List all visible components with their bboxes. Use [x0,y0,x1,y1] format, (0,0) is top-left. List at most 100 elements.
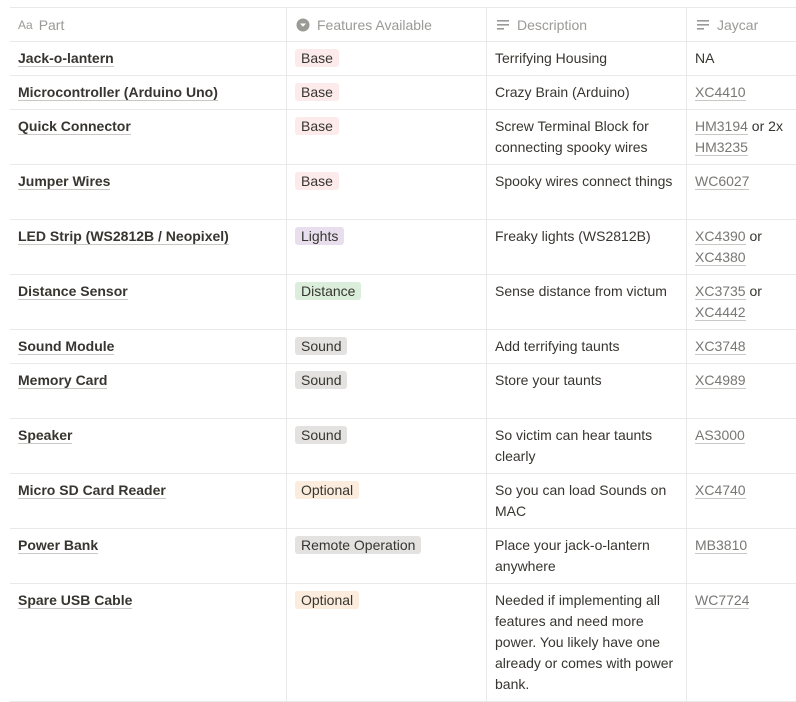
cell-part[interactable]: Memory Card [10,364,286,418]
column-header-features-label: Features Available [317,16,432,33]
part-name[interactable]: LED Strip (WS2812B / Neopixel) [18,228,229,245]
column-header-description[interactable]: Description [486,8,686,41]
jaycar-link[interactable]: WC7724 [695,592,750,609]
column-header-features[interactable]: Features Available [286,8,486,41]
feature-tag: Lights [295,227,345,245]
cell-description[interactable]: Crazy Brain (Arduino) [486,76,686,109]
cell-part[interactable]: Speaker [10,419,286,473]
jaycar-link[interactable]: XC4390 [695,228,746,245]
column-header-part[interactable]: Aa Part [10,8,286,41]
cell-description[interactable]: Freaky lights (WS2812B) [486,220,686,274]
cell-description[interactable]: Sense distance from victum [486,275,686,329]
jaycar-link[interactable]: XC4740 [695,482,746,499]
cell-description[interactable]: Store your taunts [486,364,686,418]
feature-tag: Base [295,117,339,135]
table-row[interactable]: Memory Card Sound Store your taunts XC4989 [10,364,796,419]
table-row[interactable]: Spare USB Cable Optional Needed if impleme… [10,584,796,702]
cell-description[interactable]: So victim can hear taunts clearly [486,419,686,473]
cell-features[interactable]: Optional [286,584,486,701]
cell-features[interactable]: Base [286,42,486,75]
table-row[interactable]: Microcontroller (Arduino Uno) Base Crazy B… [10,76,796,110]
cell-features[interactable]: Base [286,76,486,109]
cell-part[interactable]: Jumper Wires [10,165,286,219]
cell-jaycar[interactable]: NA [686,42,796,75]
cell-features[interactable]: Lights [286,220,486,274]
cell-features[interactable]: Sound [286,364,486,418]
feature-tag: Base [295,83,339,101]
cell-description[interactable]: So you can load Sounds on MAC [486,474,686,528]
jaycar-link[interactable]: XC4442 [695,304,746,321]
feature-tag: Base [295,172,339,190]
table-row[interactable]: Power Bank Remote Operation Place your jac… [10,529,796,584]
column-header-jaycar[interactable]: Jaycar [686,8,796,41]
jaycar-link[interactable]: XC4380 [695,249,746,266]
table-row[interactable]: Distance Sensor Distance Sense distance fr… [10,275,796,330]
part-name[interactable]: Sound Module [18,338,115,355]
feature-tag: Distance [295,282,362,300]
cell-features[interactable]: Distance [286,275,486,329]
cell-part[interactable]: Quick Connector [10,110,286,164]
cell-features[interactable]: Optional [286,474,486,528]
cell-part[interactable]: Power Bank [10,529,286,583]
cell-features[interactable]: Remote Operation [286,529,486,583]
cell-features[interactable]: Sound [286,330,486,363]
table-row[interactable]: Sound Module Sound Add terrifying taunts XC… [10,330,796,364]
cell-jaycar[interactable]: WC7724 [686,584,796,701]
cell-jaycar[interactable]: AS3000 [686,419,796,473]
part-name[interactable]: Spare USB Cable [18,592,133,609]
cell-part[interactable]: LED Strip (WS2812B / Neopixel) [10,220,286,274]
part-name[interactable]: Memory Card [18,372,108,389]
jaycar-link[interactable]: HM3235 [695,139,748,156]
table-row[interactable]: Jumper Wires Base Spooky wires connect thi… [10,165,796,220]
cell-description[interactable]: Add terrifying taunts [486,330,686,363]
cell-part[interactable]: Jack-o-lantern [10,42,286,75]
table-row[interactable]: Jack-o-lantern Base Terrifying Housing NA [10,42,796,76]
jaycar-link[interactable]: XC3735 [695,283,746,300]
part-name[interactable]: Distance Sensor [18,283,128,300]
cell-description[interactable]: Needed if implementing all features and … [486,584,686,701]
cell-jaycar[interactable]: MB3810 [686,529,796,583]
part-name[interactable]: Micro SD Card Reader [18,482,166,499]
part-name[interactable]: Speaker [18,427,73,444]
description-text: Crazy Brain (Arduino) [495,84,630,100]
table-row[interactable]: LED Strip (WS2812B / Neopixel) Lights Frea… [10,220,796,275]
table-row[interactable]: Micro SD Card Reader Optional So you can l… [10,474,796,529]
cell-features[interactable]: Base [286,110,486,164]
cell-description[interactable]: Terrifying Housing [486,42,686,75]
column-header-jaycar-label: Jaycar [717,16,759,33]
jaycar-link[interactable]: AS3000 [695,427,745,444]
jaycar-link[interactable]: XC3748 [695,338,746,355]
cell-part[interactable]: Distance Sensor [10,275,286,329]
cell-features[interactable]: Sound [286,419,486,473]
part-name[interactable]: Quick Connector [18,118,131,135]
part-name[interactable]: Microcontroller (Arduino Uno) [18,84,218,101]
cell-jaycar[interactable]: HM3194 or 2x HM3235 [686,110,796,164]
cell-part[interactable]: Spare USB Cable [10,584,286,701]
cell-description[interactable]: Spooky wires connect things [486,165,686,219]
table-row[interactable]: Quick Connector Base Screw Terminal Block … [10,110,796,165]
cell-part[interactable]: Microcontroller (Arduino Uno) [10,76,286,109]
cell-jaycar[interactable]: XC3735 or XC4442 [686,275,796,329]
cell-jaycar[interactable]: XC3748 [686,330,796,363]
jaycar-link[interactable]: MB3810 [695,537,748,554]
table-row[interactable]: Speaker Sound So victim can hear taunts cl… [10,419,796,474]
feature-tag: Optional [295,591,360,609]
cell-jaycar[interactable]: XC4410 [686,76,796,109]
jaycar-link[interactable]: XC4410 [695,84,746,101]
cell-description[interactable]: Screw Terminal Block for connecting spoo… [486,110,686,164]
jaycar-link[interactable]: WC6027 [695,173,750,190]
cell-part[interactable]: Sound Module [10,330,286,363]
jaycar-link[interactable]: HM3194 [695,118,748,135]
cell-jaycar[interactable]: XC4989 [686,364,796,418]
description-text: Freaky lights (WS2812B) [495,228,651,244]
part-name[interactable]: Jack-o-lantern [18,50,114,67]
cell-jaycar[interactable]: WC6027 [686,165,796,219]
part-name[interactable]: Power Bank [18,537,99,554]
cell-jaycar[interactable]: XC4390 or XC4380 [686,220,796,274]
cell-part[interactable]: Micro SD Card Reader [10,474,286,528]
jaycar-link[interactable]: XC4989 [695,372,746,389]
cell-features[interactable]: Base [286,165,486,219]
part-name[interactable]: Jumper Wires [18,173,111,190]
cell-description[interactable]: Place your jack-o-lantern anywhere [486,529,686,583]
cell-jaycar[interactable]: XC4740 [686,474,796,528]
